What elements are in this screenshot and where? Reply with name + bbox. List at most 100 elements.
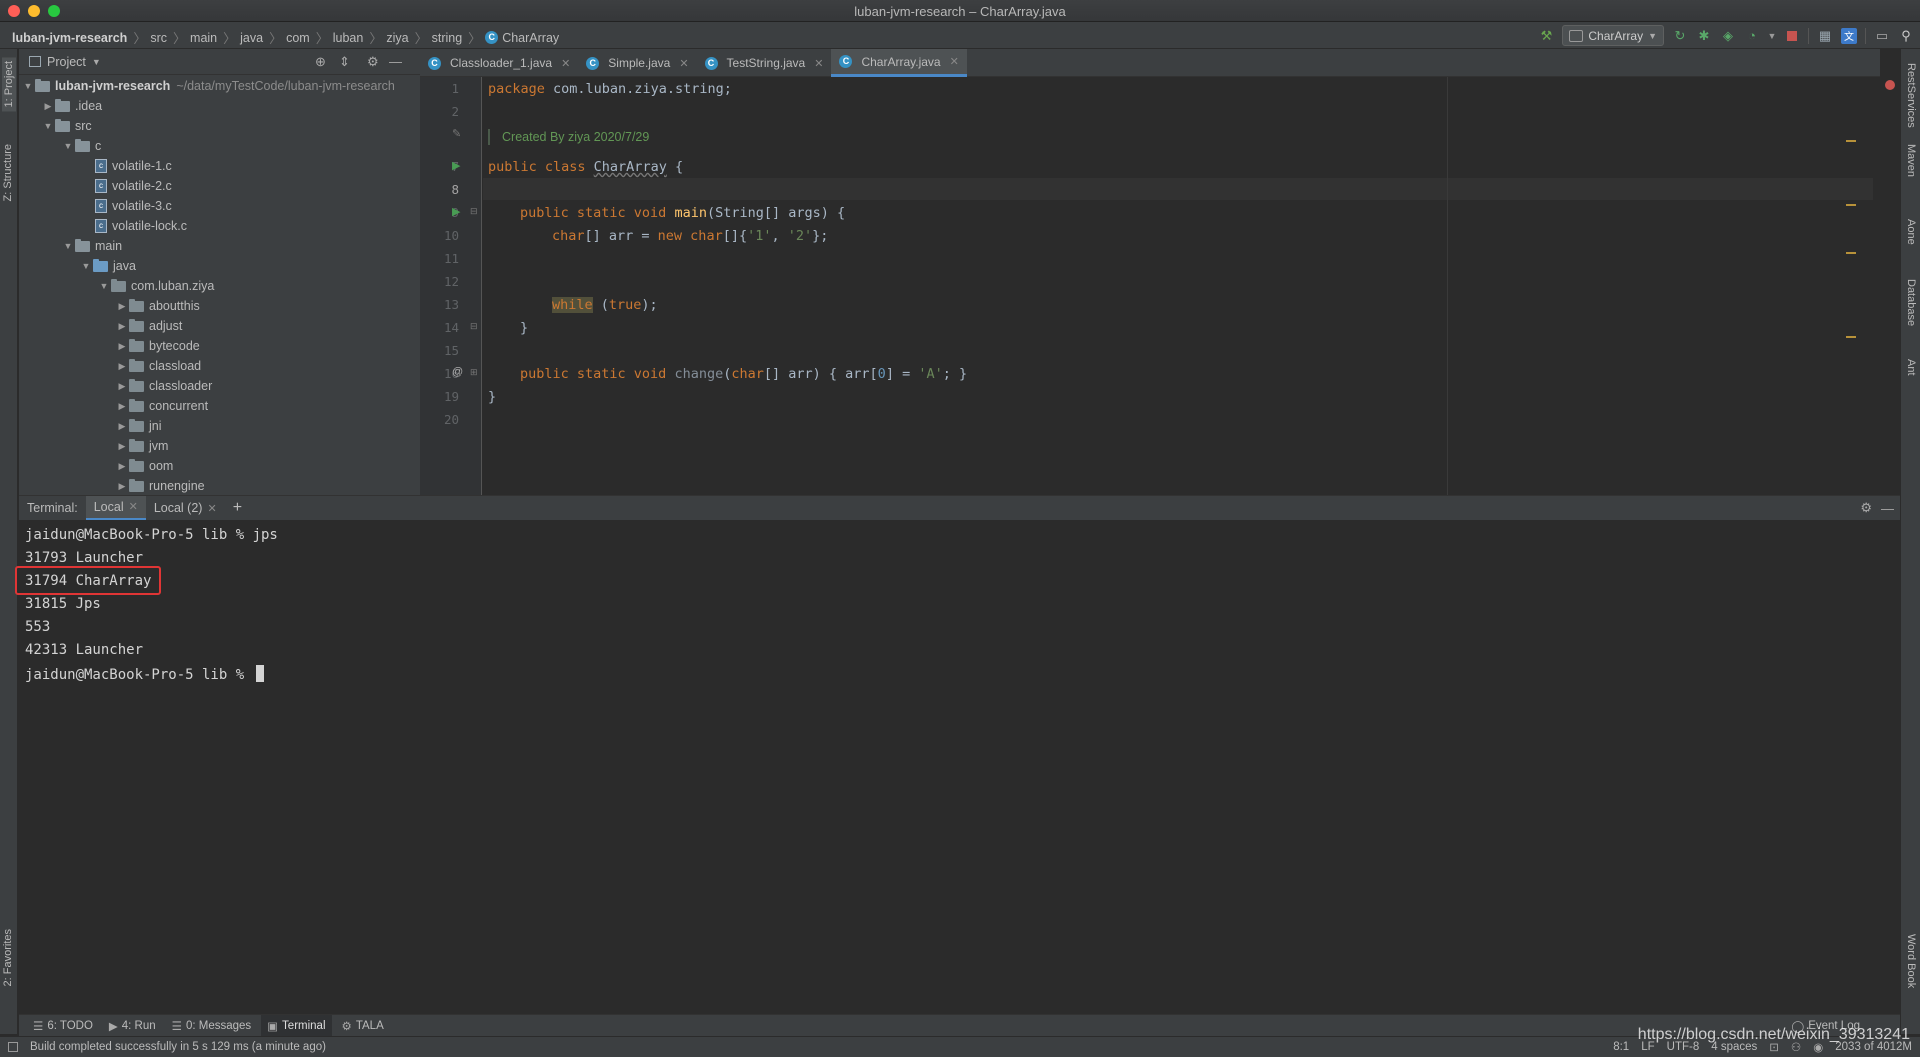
tree-item[interactable]: c volatile-2.c (95, 176, 172, 196)
status-message[interactable]: Build completed successfully in 5 s 129 … (30, 1041, 326, 1053)
close-icon[interactable]: ✕ (679, 57, 688, 70)
hide-panel-icon[interactable]: — (1881, 501, 1894, 516)
terminal-scrollbar[interactable] (1881, 520, 1900, 1014)
class-icon: C (839, 55, 853, 68)
error-stripe-mark[interactable] (1846, 336, 1856, 338)
breadcrumb-item[interactable]: luban-jvm-research 〉 (12, 28, 146, 47)
gear-icon[interactable]: ⚙ (367, 54, 379, 70)
project-structure-icon[interactable]: ▦ (1817, 28, 1833, 44)
fold-icon[interactable]: ⊟ (470, 321, 478, 332)
layout-icon[interactable]: ▭ (1874, 28, 1890, 44)
error-stripe-mark[interactable] (1846, 252, 1856, 254)
terminal-output[interactable]: jaidun@MacBook-Pro-5 lib % jps 31793 Lau… (15, 520, 1881, 1014)
tree-item[interactable]: ▶ .idea (41, 96, 102, 116)
search-icon[interactable]: ⚲ (1898, 28, 1914, 44)
code-editor[interactable]: 1 2 ✎ 7 ▶ 8 9 ▶ ⊟ 10 11 12 13 14 ⊟ 15 16… (420, 77, 1895, 495)
fold-icon[interactable]: ⊞ (470, 367, 478, 378)
locate-icon[interactable]: ⊕ (315, 54, 326, 70)
tree-item[interactable]: ▼ main (61, 236, 122, 256)
toggle-tool-windows-icon[interactable] (8, 1042, 18, 1052)
tool-tab-project[interactable]: 1: Project (2, 57, 16, 112)
new-terminal-tab-icon[interactable]: + (225, 496, 250, 521)
tool-tab-favorites[interactable]: 2: Favorites (2, 929, 14, 986)
tool-tab-tala[interactable]: ⚙ TALA (336, 1015, 390, 1037)
breadcrumb-item[interactable]: C CharArray (485, 31, 559, 45)
editor-tab[interactable]: C TestString.java ✕ (697, 49, 832, 77)
terminal-tab-local[interactable]: Local ✕ (85, 495, 146, 521)
collapse-all-icon[interactable]: ⇕ (339, 54, 350, 70)
tool-tab-database[interactable]: Database (1905, 279, 1917, 326)
tree-item[interactable]: ▶ classloader (115, 376, 212, 396)
tree-item[interactable]: ▶ jni (115, 416, 162, 436)
run-gutter-icon[interactable]: ▶ (452, 159, 460, 172)
close-icon[interactable]: ✕ (950, 55, 959, 68)
tree-item[interactable]: ▼ c (61, 136, 101, 156)
tree-item[interactable]: ▶ jvm (115, 436, 168, 456)
tree-item[interactable]: ▼ src (41, 116, 92, 136)
coverage-icon[interactable]: ◈ (1720, 28, 1736, 44)
tool-tab-word-book[interactable]: Word Book (1905, 934, 1917, 988)
tool-tab-todo[interactable]: ☰ 6: TODO (27, 1015, 99, 1037)
breadcrumb-item[interactable]: main 〉 (190, 28, 236, 47)
tool-tab-maven[interactable]: Maven (1905, 144, 1917, 177)
breadcrumb-item[interactable]: com 〉 (286, 28, 329, 47)
tree-item[interactable]: c volatile-lock.c (95, 216, 187, 236)
terminal-line: jaidun@MacBook-Pro-5 lib % jps (25, 527, 278, 543)
annotation-at-icon[interactable]: @ (452, 366, 463, 378)
folder-icon (55, 98, 70, 112)
editor-tab[interactable]: C Classloader_1.java ✕ (420, 49, 578, 77)
close-icon[interactable]: ✕ (814, 57, 823, 70)
tool-tab-ant[interactable]: Ant (1905, 359, 1917, 376)
error-stripe-mark[interactable] (1846, 140, 1856, 142)
chevron-down-icon[interactable]: ▼ (92, 57, 101, 67)
close-icon[interactable]: ✕ (207, 502, 216, 515)
chevron-right-icon: ▶ (118, 420, 126, 431)
tree-item[interactable]: ▶ runengine (115, 476, 205, 496)
class-icon: C (704, 56, 718, 70)
editor-tab[interactable]: C Simple.java ✕ (578, 49, 696, 77)
error-indicator-icon[interactable] (1885, 80, 1895, 90)
gear-icon[interactable]: ⚙ (1860, 500, 1872, 516)
tree-item[interactable]: ▶ bytecode (115, 336, 200, 356)
translate-icon[interactable]: 文 (1841, 27, 1857, 44)
breadcrumb-item[interactable]: src 〉 (150, 28, 186, 47)
tree-item[interactable]: ▼ java (79, 256, 136, 276)
breadcrumb-item[interactable]: string 〉 (432, 28, 482, 47)
stop-icon[interactable] (1784, 28, 1800, 44)
tool-tab-restservices[interactable]: RestServices (1905, 63, 1917, 128)
breadcrumb-item[interactable]: luban 〉 (333, 28, 383, 47)
tree-item[interactable]: c volatile-3.c (95, 196, 172, 216)
run-gutter-icon[interactable]: ▶ (452, 205, 460, 218)
close-icon[interactable]: ✕ (129, 500, 138, 513)
tree-item[interactable]: ▼ com.luban.ziya (97, 276, 214, 296)
tree-item[interactable]: ▶ aboutthis (115, 296, 200, 316)
tree-item[interactable]: ▶ classload (115, 356, 201, 376)
tool-tab-aone[interactable]: Aone (1905, 219, 1917, 245)
error-stripe-mark[interactable] (1846, 204, 1856, 206)
tool-tab-structure[interactable]: Z: Structure (2, 144, 14, 201)
breadcrumb-item[interactable]: java 〉 (240, 28, 282, 47)
tree-item[interactable]: ▶ concurrent (115, 396, 208, 416)
profile-icon[interactable]: ◔ (1744, 28, 1760, 44)
caret-position[interactable]: 8:1 (1613, 1041, 1629, 1053)
chevron-down-icon[interactable]: ▼ (1768, 28, 1777, 44)
tree-root[interactable]: ▼ luban-jvm-research ~/data/myTestCode/l… (21, 76, 395, 96)
tree-item[interactable]: ▶ oom (115, 456, 173, 476)
tree-item[interactable]: c volatile-1.c (95, 156, 172, 176)
tree-item[interactable]: ▶ adjust (115, 316, 182, 336)
tool-tab-messages[interactable]: ☰ 0: Messages (166, 1015, 258, 1037)
hammer-icon[interactable]: ⚒ (1538, 28, 1554, 44)
close-icon[interactable]: ✕ (561, 57, 570, 70)
breadcrumb-item[interactable]: ziya 〉 (386, 28, 427, 47)
fold-icon[interactable]: ⊟ (470, 206, 478, 217)
run-config-selector[interactable]: CharArray ▼ (1562, 25, 1664, 46)
tool-tab-run[interactable]: ▶ 4: Run (103, 1015, 162, 1037)
debug-icon[interactable]: ✱ (1696, 28, 1712, 44)
editor-tab-active[interactable]: C CharArray.java ✕ (831, 49, 967, 77)
terminal-tab-local-2[interactable]: Local (2) ✕ (146, 496, 225, 521)
edit-doc-icon[interactable]: ✎ (452, 127, 461, 140)
tool-tab-terminal[interactable]: ▣ Terminal (261, 1014, 332, 1037)
rerun-icon[interactable]: ↻ (1672, 28, 1688, 44)
hide-panel-icon[interactable]: — (389, 54, 402, 69)
project-panel-title[interactable]: Project (47, 55, 86, 69)
